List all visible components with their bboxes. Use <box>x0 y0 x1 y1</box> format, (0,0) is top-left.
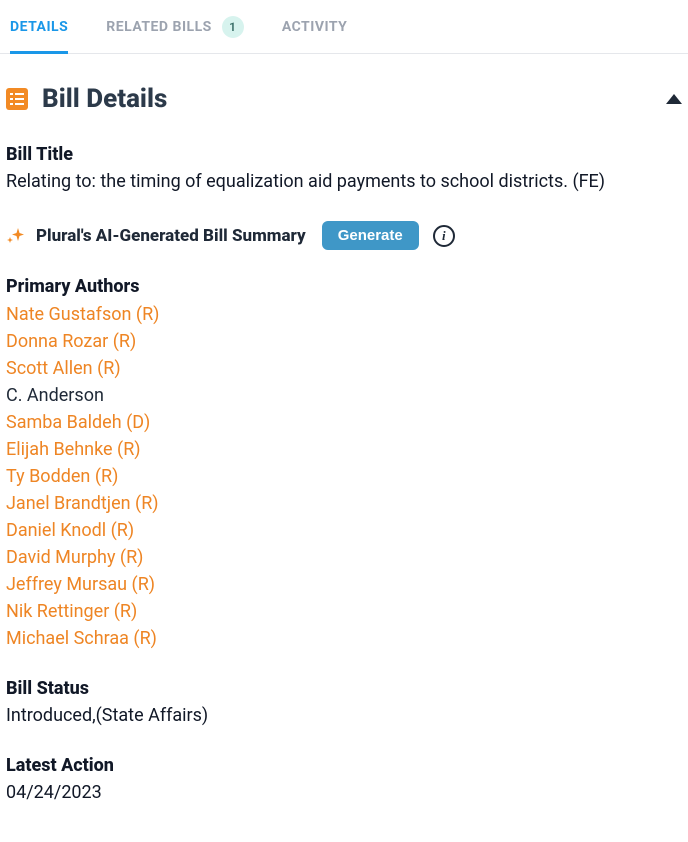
section-header: Bill Details <box>6 84 682 114</box>
author-item[interactable]: Janel Brandtjen (R) <box>6 490 682 517</box>
latest-action-value: 04/24/2023 <box>6 780 682 806</box>
author-item[interactable]: Michael Schraa (R) <box>6 625 682 652</box>
authors-label: Primary Authors <box>6 276 682 297</box>
latest-action-label: Latest Action <box>6 755 682 776</box>
author-item[interactable]: Jeffrey Mursau (R) <box>6 571 682 598</box>
author-item[interactable]: David Murphy (R) <box>6 544 682 571</box>
tab-activity[interactable]: ACTIVITY <box>282 0 348 53</box>
status-value: Introduced,(State Affairs) <box>6 703 682 729</box>
authors-list: Nate Gustafson (R)Donna Rozar (R)Scott A… <box>6 301 682 652</box>
tab-details[interactable]: DETAILS <box>10 0 68 53</box>
section-title: Bill Details <box>42 84 167 114</box>
tab-label: ACTIVITY <box>282 19 348 35</box>
info-icon[interactable]: i <box>433 225 455 247</box>
bill-title-label: Bill Title <box>6 144 682 165</box>
latest-action-block: Latest Action 04/24/2023 <box>6 755 682 806</box>
list-icon <box>6 88 28 110</box>
author-item[interactable]: Samba Baldeh (D) <box>6 409 682 436</box>
sparkle-icon <box>6 226 26 246</box>
author-item[interactable]: Ty Bodden (R) <box>6 463 682 490</box>
author-item[interactable]: Donna Rozar (R) <box>6 328 682 355</box>
tab-related-bills[interactable]: RELATED BILLS 1 <box>106 0 244 53</box>
status-label: Bill Status <box>6 678 682 699</box>
related-count-badge: 1 <box>222 16 244 38</box>
authors-block: Primary Authors Nate Gustafson (R)Donna … <box>6 276 682 652</box>
summary-label: Plural's AI-Generated Bill Summary <box>36 226 306 246</box>
author-item[interactable]: Elijah Behnke (R) <box>6 436 682 463</box>
summary-row: Plural's AI-Generated Bill Summary Gener… <box>6 221 682 250</box>
content: Bill Details Bill Title Relating to: the… <box>0 54 688 842</box>
tab-label: DETAILS <box>10 19 68 35</box>
tabs-bar: DETAILS RELATED BILLS 1 ACTIVITY <box>0 0 688 54</box>
generate-button[interactable]: Generate <box>322 221 419 250</box>
bill-title-block: Bill Title Relating to: the timing of eq… <box>6 144 682 195</box>
author-item[interactable]: Nik Rettinger (R) <box>6 598 682 625</box>
collapse-icon[interactable] <box>666 94 682 104</box>
author-item[interactable]: Daniel Knodl (R) <box>6 517 682 544</box>
author-item[interactable]: Scott Allen (R) <box>6 355 682 382</box>
status-block: Bill Status Introduced,(State Affairs) <box>6 678 682 729</box>
bill-title-value: Relating to: the timing of equalization … <box>6 169 682 195</box>
author-item[interactable]: Nate Gustafson (R) <box>6 301 682 328</box>
author-item: C. Anderson <box>6 382 682 409</box>
tab-label: RELATED BILLS <box>106 19 212 35</box>
section-header-left: Bill Details <box>6 84 167 114</box>
